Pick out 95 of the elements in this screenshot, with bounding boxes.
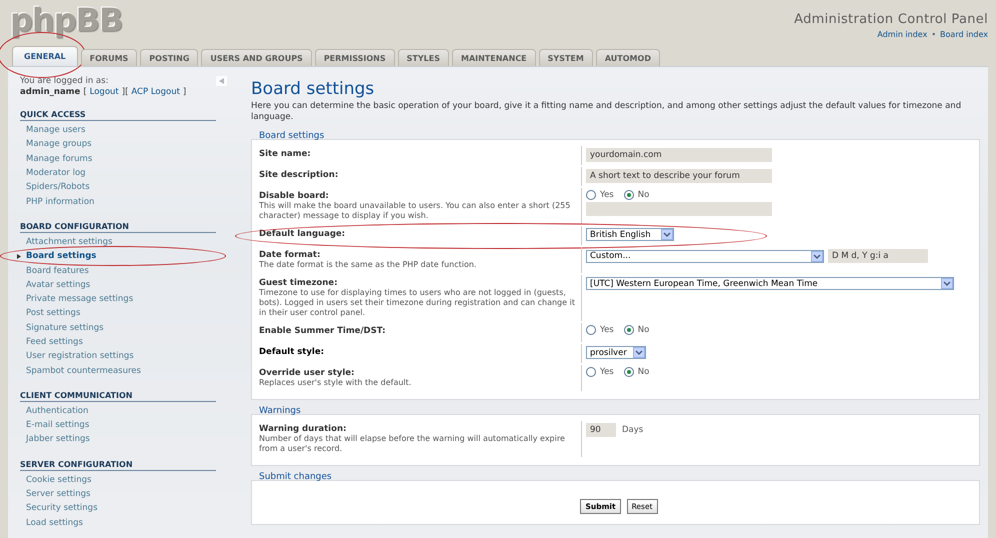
sidebar-item[interactable]: Private message settings — [20, 292, 134, 306]
fieldset-legend: Submit changes — [251, 472, 980, 482]
fieldset-legend: Warnings — [251, 406, 980, 416]
radio-label: Yes — [600, 367, 614, 377]
logout-link[interactable]: Logout — [90, 87, 119, 97]
sidebar-item[interactable]: Security settings — [20, 501, 98, 516]
field-label: Site name: — [259, 149, 312, 159]
sidebar-item[interactable]: Load settings — [20, 516, 83, 530]
bracket: ][ — [122, 87, 128, 97]
nav-tab[interactable]: SYSTEM — [538, 49, 593, 66]
sidebar-item[interactable]: Manage groups — [20, 137, 92, 152]
field-label: Default style: — [259, 347, 325, 357]
nav-tab[interactable]: AUTOMOD — [596, 49, 660, 66]
dropdown-arrow-icon — [941, 278, 953, 289]
radio-button[interactable] — [586, 325, 596, 335]
field-label: Date format: — [259, 250, 322, 260]
sidebar-item[interactable]: Post settings — [20, 306, 80, 321]
sidebar-item[interactable]: Manage users — [20, 123, 86, 138]
bracket: ] — [182, 87, 186, 97]
dropdown-arrow-icon — [633, 347, 645, 358]
field-label: Warning duration: — [259, 424, 348, 434]
dropdown-arrow-icon — [811, 250, 823, 262]
nav-tab[interactable]: FORUMS — [80, 49, 138, 66]
radio-label: No — [638, 190, 650, 200]
page-description: Here you can determine the basic operation of your board, give it a fitting name and description, and among other settings adjust the default values for timezone and language. — [251, 101, 962, 123]
input-field[interactable]: A short text to describe your forum — [586, 169, 772, 183]
nav-tab[interactable]: USERS AND GROUPS — [201, 49, 312, 66]
sidebar-item[interactable]: Board settings — [20, 249, 96, 264]
dropdown-select[interactable]: Custom... — [586, 250, 824, 262]
field-description: Number of days that will elapse before the warning will automatically expire from a user's record. — [259, 434, 566, 454]
sidebar-item[interactable]: PHP information — [20, 194, 94, 209]
input-field[interactable]: yourdomain.com — [586, 148, 772, 162]
sidebar-item[interactable]: Spiders/Robots — [20, 180, 90, 194]
logo: phpBB — [10, 0, 122, 40]
section-heading: CLIENT COMMUNICATION — [20, 390, 216, 402]
section-heading: QUICK ACCESS — [20, 110, 216, 121]
radio-button[interactable] — [586, 367, 596, 377]
sidebar-item[interactable]: Cookie settings — [20, 472, 92, 487]
field-label: Site description: — [259, 170, 340, 180]
radio-button[interactable] — [624, 325, 634, 335]
separator-dot: • — [931, 30, 936, 39]
nav-tab[interactable]: POSTING — [140, 49, 198, 66]
sidebar-item[interactable]: Board features — [20, 263, 89, 278]
sidebar-item[interactable]: Jabber settings — [20, 432, 90, 447]
radio-label: Yes — [600, 325, 614, 335]
sidebar-item[interactable]: E-mail settings — [20, 418, 90, 432]
sidebar-item[interactable]: Authentication — [20, 404, 88, 418]
input-field[interactable]: D M d, Y g:i a — [828, 249, 928, 263]
number-field[interactable]: 90 — [586, 423, 616, 437]
nav-tab[interactable]: GENERAL — [12, 46, 78, 66]
input-field[interactable] — [586, 202, 772, 216]
field-description: Replaces user's style with the default. — [259, 378, 412, 388]
sidebar-item[interactable]: Manage forums — [20, 152, 92, 166]
radio-label: No — [638, 325, 650, 335]
header-link[interactable]: Board index — [940, 30, 988, 39]
field-label: Default language: — [259, 229, 346, 239]
radio-button[interactable] — [624, 190, 634, 200]
sidebar-item[interactable]: Server settings — [20, 486, 90, 502]
section-heading: SERVER CONFIGURATION — [20, 460, 216, 471]
field-description: The date format is the same as the PHP date function. — [259, 260, 478, 270]
field-label: Disable board: — [259, 191, 330, 201]
sidebar-item[interactable]: Avatar settings — [20, 278, 90, 292]
logout-link[interactable]: ACP Logout — [131, 87, 180, 97]
dropdown-select[interactable]: prosilver — [586, 346, 646, 359]
field-description: This will make the board unavailable to users. You can also enter a short (255 character) message to display if you wish. — [259, 201, 572, 221]
field-label: Enable Summer Time/DST: — [259, 326, 386, 336]
arrow-icon — [17, 254, 21, 260]
radio-label: Yes — [600, 190, 614, 200]
field-label: Override user style: — [259, 368, 356, 378]
dropdown-select[interactable]: [UTC] Western European Time, Greenwich Mean Time — [586, 277, 954, 290]
section-heading: BOARD CONFIGURATION — [20, 222, 216, 233]
sidebar-item[interactable]: User registration settings — [20, 349, 134, 364]
sidebar-item[interactable]: Attachment settings — [20, 234, 112, 250]
fieldset-legend: Board settings — [251, 131, 980, 141]
unit-label: Days — [622, 425, 644, 435]
username: admin_name — [20, 87, 80, 97]
dropdown-select[interactable]: British English — [586, 228, 674, 241]
panel-title: Administration Control Panel — [794, 12, 988, 27]
radio-label: No — [638, 367, 650, 377]
radio-button[interactable] — [586, 190, 596, 200]
page-title: Board settings — [251, 79, 376, 99]
dropdown-arrow-icon — [661, 229, 673, 240]
field-label: Guest timezone: — [259, 278, 338, 288]
header-link[interactable]: Admin index — [877, 30, 928, 39]
sidebar-item[interactable]: Spambot countermeasures — [20, 363, 141, 378]
sidebar-item[interactable]: Feed settings — [20, 334, 83, 350]
nav-tab[interactable]: PERMISSIONS — [314, 49, 395, 66]
field-description: Timezone to use for displaying times to users who are not logged in (guests, bots). Logged in users set their timezone during registration and can change it in their user control panel. — [259, 288, 576, 318]
radio-button[interactable] — [624, 367, 634, 377]
bracket: [ — [83, 87, 87, 97]
nav-tab[interactable]: MAINTENANCE — [452, 49, 536, 66]
sidebar-item[interactable]: Signature settings — [20, 320, 104, 335]
nav-tab[interactable]: STYLES — [398, 49, 449, 66]
logged-in-text: You are logged in as: — [20, 76, 110, 87]
sidebar-item[interactable]: Moderator log — [20, 166, 86, 180]
